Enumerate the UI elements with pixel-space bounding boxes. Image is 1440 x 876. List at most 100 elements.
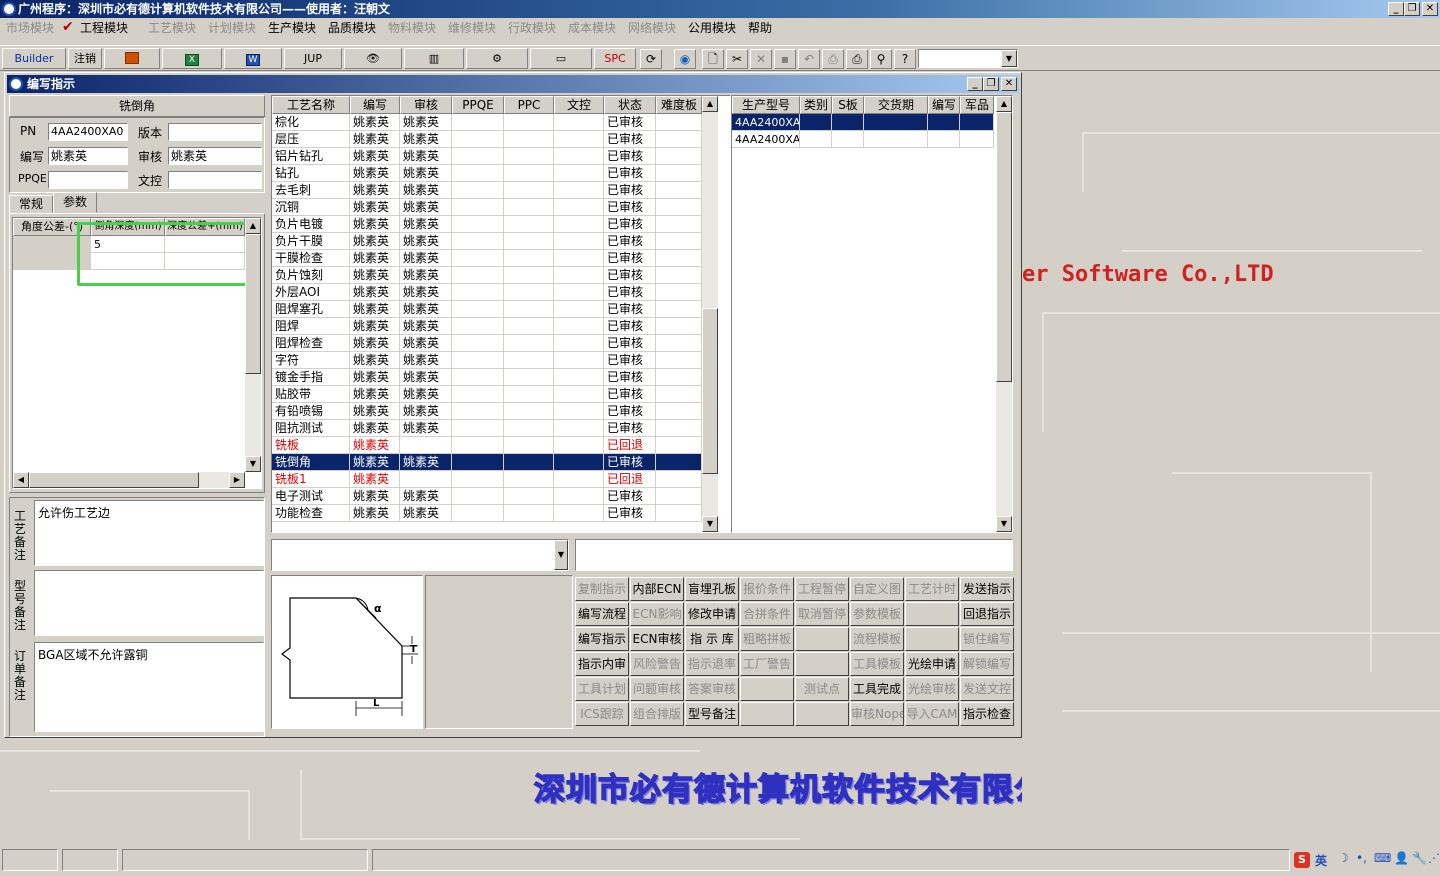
table-cell[interactable]: 姚素英 <box>400 131 452 148</box>
table-cell[interactable] <box>554 216 604 233</box>
table-cell[interactable]: 姚素英 <box>400 352 452 369</box>
table-cell[interactable]: 已审核 <box>604 216 656 233</box>
settings-icon[interactable]: 🔧 <box>1412 851 1427 865</box>
scroll-up-icon[interactable]: ▲ <box>245 218 261 234</box>
table-cell[interactable] <box>554 505 604 522</box>
table-cell[interactable] <box>452 131 504 148</box>
table-cell[interactable]: 已审核 <box>604 165 656 182</box>
action-button[interactable]: 发送文控 <box>960 677 1014 701</box>
table-cell[interactable]: 姚素英 <box>350 454 400 471</box>
menu-admin[interactable]: 行政模块 <box>508 20 556 36</box>
menu-network[interactable]: 网络模块 <box>628 20 676 36</box>
table-cell[interactable]: 已审核 <box>604 131 656 148</box>
scroll-down-icon[interactable]: ▼ <box>996 516 1012 532</box>
table-cell[interactable]: 姚素英 <box>350 352 400 369</box>
preview-icon[interactable]: ⎙ <box>822 49 844 69</box>
table-cell[interactable] <box>800 131 832 148</box>
table-cell[interactable]: 姚素英 <box>350 488 400 505</box>
menu-craft[interactable]: 工艺模块 <box>148 20 196 36</box>
action-button[interactable] <box>795 702 849 726</box>
table-row[interactable]: 负片干膜 姚素英 姚素英 已审核 <box>272 233 702 250</box>
process-combo[interactable]: ▼ <box>271 539 569 571</box>
table-cell[interactable]: 姚素英 <box>400 488 452 505</box>
undo-icon[interactable]: ↶ <box>798 49 820 69</box>
table-cell[interactable] <box>656 420 702 437</box>
table-cell[interactable]: 姚素英 <box>350 233 400 250</box>
table-row[interactable]: 字符 姚素英 姚素英 已审核 <box>272 352 702 369</box>
table-cell[interactable]: 已审核 <box>604 369 656 386</box>
column-header-reviewer[interactable]: 审核 <box>400 96 452 114</box>
action-button[interactable]: 工具模板 <box>850 652 904 676</box>
table-cell[interactable] <box>452 284 504 301</box>
scroll-thumb[interactable] <box>996 112 1012 382</box>
table-cell[interactable] <box>554 403 604 420</box>
ppqe-field[interactable] <box>48 171 128 189</box>
menu-material[interactable]: 物料模块 <box>388 20 436 36</box>
table-row[interactable]: 阻焊塞孔 姚素英 姚素英 已审核 <box>272 301 702 318</box>
table-row[interactable]: 沉铜 姚素英 姚素英 已审核 <box>272 199 702 216</box>
table-cell[interactable]: 铝片钻孔 <box>272 148 350 165</box>
chevron-down-icon[interactable]: ▼ <box>1001 50 1017 67</box>
table-cell[interactable] <box>452 471 504 488</box>
scroll-up-icon[interactable]: ▲ <box>702 96 718 112</box>
table-cell[interactable] <box>452 335 504 352</box>
menu-cost[interactable]: 成本模块 <box>568 20 616 36</box>
table-cell[interactable]: 姚素英 <box>350 471 400 488</box>
param-horizontal-scrollbar[interactable]: ◀ ▶ <box>13 472 245 488</box>
table-cell[interactable] <box>554 131 604 148</box>
table-cell[interactable] <box>504 233 554 250</box>
hscroll-thumb[interactable] <box>29 472 199 488</box>
table-cell[interactable]: 姚素英 <box>350 505 400 522</box>
table-cell[interactable] <box>656 318 702 335</box>
chevron-down-icon[interactable]: ▼ <box>554 540 568 570</box>
table-cell[interactable] <box>554 114 604 131</box>
table-cell[interactable]: 姚素英 <box>350 165 400 182</box>
table-cell[interactable] <box>400 471 452 488</box>
table-cell[interactable]: 姚素英 <box>400 403 452 420</box>
action-button[interactable]: 自定义图 <box>850 577 904 601</box>
builder-button[interactable]: Builder <box>2 48 66 69</box>
table-cell[interactable]: 铣板1 <box>272 471 350 488</box>
table-cell[interactable] <box>656 267 702 284</box>
user-icon[interactable]: 👤 <box>1394 851 1409 865</box>
version-field[interactable] <box>168 123 262 141</box>
table-cell[interactable] <box>656 148 702 165</box>
table-cell[interactable] <box>452 233 504 250</box>
refresh-icon[interactable]: ⟳ <box>640 49 662 69</box>
table-cell[interactable] <box>928 114 960 131</box>
scroll-thumb[interactable] <box>245 234 261 374</box>
table-cell[interactable]: 已审核 <box>604 505 656 522</box>
new-document-icon[interactable]: 🗋 <box>702 49 724 69</box>
table-cell[interactable] <box>554 437 604 454</box>
scroll-right-icon[interactable]: ▶ <box>229 472 245 488</box>
table-row[interactable]: 层压 姚素英 姚素英 已审核 <box>272 131 702 148</box>
jup-button[interactable]: JUP <box>284 48 342 69</box>
keyboard-icon[interactable]: ⌨ <box>1374 851 1391 865</box>
table-cell[interactable]: 已审核 <box>604 420 656 437</box>
table-cell[interactable]: 已审核 <box>604 386 656 403</box>
table-cell[interactable] <box>656 369 702 386</box>
action-button[interactable]: 内部ECN <box>630 577 684 601</box>
table-cell[interactable]: 姚素英 <box>400 114 452 131</box>
table-row[interactable]: 镀金手指 姚素英 姚素英 已审核 <box>272 369 702 386</box>
table-cell[interactable]: 姚素英 <box>350 318 400 335</box>
action-button[interactable]: 复制指示 <box>575 577 629 601</box>
table-cell[interactable]: 外层AOI <box>272 284 350 301</box>
action-button[interactable]: 光绘申请 <box>905 652 959 676</box>
column-header-military[interactable]: 军品 <box>960 96 994 114</box>
table-cell[interactable]: 已回退 <box>604 471 656 488</box>
table-row[interactable]: 有铅喷锡 姚素英 姚素英 已审核 <box>272 403 702 420</box>
table-cell[interactable] <box>504 131 554 148</box>
menu-maintenance[interactable]: 维修模块 <box>448 20 496 36</box>
table-cell[interactable] <box>504 403 554 420</box>
table-cell[interactable] <box>656 335 702 352</box>
table-cell[interactable] <box>504 199 554 216</box>
author-field[interactable]: 姚素英 <box>48 147 128 165</box>
action-button[interactable]: 型号备注 <box>685 702 739 726</box>
table-cell[interactable] <box>504 505 554 522</box>
action-button[interactable]: 风险警告 <box>630 652 684 676</box>
table-cell[interactable]: 姚素英 <box>350 369 400 386</box>
table-cell[interactable] <box>452 250 504 267</box>
table-cell[interactable]: 已审核 <box>604 352 656 369</box>
table-row[interactable]: 铝片钻孔 姚素英 姚素英 已审核 <box>272 148 702 165</box>
